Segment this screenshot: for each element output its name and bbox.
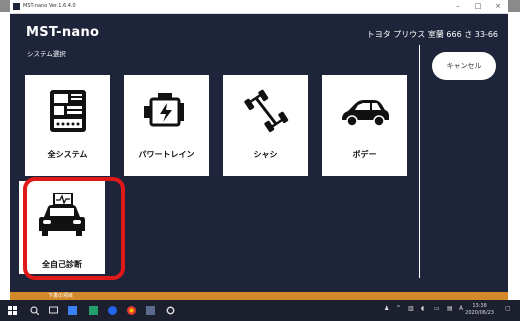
maximize-button[interactable]: □ — [468, 0, 488, 13]
tile-body[interactable]: ボデー — [322, 75, 407, 176]
browser-icon[interactable] — [108, 306, 117, 315]
chevron-up-icon[interactable]: ^ — [396, 305, 401, 312]
search-icon[interactable] — [30, 306, 39, 315]
app-icon — [13, 3, 20, 10]
app-brand: MST-nano — [26, 25, 100, 40]
status-bar: 下書の項目 — [10, 292, 508, 300]
task-view-icon[interactable] — [49, 306, 58, 315]
clock-time: 13:38 — [472, 303, 487, 309]
car-body-icon — [342, 100, 389, 127]
title-bar: MST-nano Ver.1.6.4.0 – □ × — [10, 0, 508, 14]
tile-label: パワートレイン — [138, 150, 195, 159]
tile-label: 全システム — [47, 150, 88, 159]
keyboard-icon[interactable]: ▤ — [447, 305, 453, 312]
control-panel-icon — [50, 90, 86, 132]
selection-highlight — [23, 177, 125, 280]
engine-icon — [144, 93, 184, 127]
chrome-icon[interactable] — [127, 306, 136, 315]
taskbar: ♟ ^ ▥ ◖ ▭ ▤ A 13:38 2020/06/23 ▢ — [0, 300, 520, 321]
window-title: MST-nano Ver.1.6.4.0 — [23, 3, 76, 9]
people-icon[interactable]: ♟ — [384, 305, 389, 312]
section-label: システム選択 — [27, 50, 66, 58]
settings-icon[interactable] — [166, 306, 175, 315]
tile-powertrain[interactable]: パワートレイン — [124, 75, 209, 176]
ime-icon[interactable]: A — [459, 305, 463, 312]
battery-icon[interactable]: ▭ — [434, 305, 440, 312]
tile-chassis[interactable]: シャシ — [223, 75, 308, 176]
network-icon[interactable]: ▥ — [408, 305, 414, 312]
status-text: 下書の項目 — [48, 293, 74, 299]
clock[interactable]: 13:38 2020/06/23 — [465, 303, 494, 317]
app-window: MST-nano Ver.1.6.4.0 – □ × MST-nano トヨタ … — [10, 0, 508, 292]
panel-divider — [419, 45, 420, 278]
clock-date: 2020/06/23 — [465, 310, 494, 316]
chassis-icon — [244, 89, 289, 133]
tile-label: ボデー — [352, 150, 377, 159]
tile-label: シャシ — [253, 150, 278, 159]
start-icon[interactable] — [8, 306, 17, 315]
notification-icon[interactable]: ▢ — [505, 305, 511, 312]
file-explorer-icon[interactable] — [146, 306, 155, 315]
tile-all-systems[interactable]: 全システム — [25, 75, 110, 176]
app-icon-1[interactable] — [68, 306, 77, 315]
volume-icon[interactable]: ◖ — [421, 305, 424, 312]
vehicle-info: トヨタ プリウス 室蘭 666 さ 33-66 — [366, 30, 498, 39]
app-icon-2[interactable] — [89, 306, 98, 315]
close-button[interactable]: × — [488, 0, 508, 13]
minimize-button[interactable]: – — [448, 0, 468, 13]
cancel-button[interactable]: キャンセル — [432, 52, 496, 80]
